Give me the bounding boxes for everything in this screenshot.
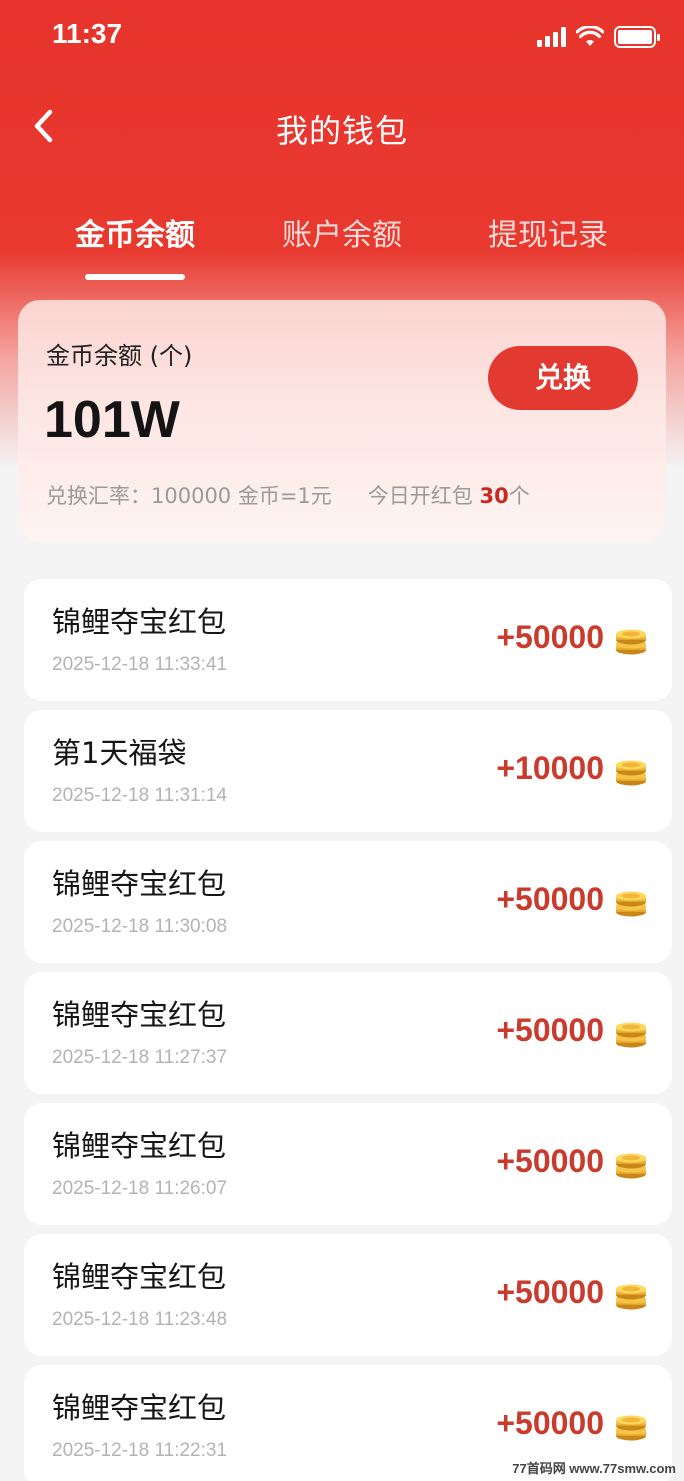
record-amount: +50000 [496,1405,604,1441]
signal-icon [537,27,566,47]
status-icons [537,22,660,52]
coin-stack-icon [616,1022,646,1048]
coin-stack-icon [616,891,646,917]
list-item[interactable]: 第1天福袋 2025-12-18 11:31:14 +10000 [24,710,672,832]
list-item[interactable]: 锦鲤夺宝红包 2025-12-18 11:23:48 +50000 [24,1234,672,1356]
list-item[interactable]: 锦鲤夺宝红包 2025-12-18 11:27:37 +50000 [24,972,672,1094]
today-count: 30 [479,484,509,508]
tab-label: 金币余额 [75,218,195,253]
record-title: 锦鲤夺宝红包 [52,1129,227,1163]
balance-footer: 兑换汇率：100000 金币=1元 今日开红包 30个 [46,480,530,510]
record-title: 第1天福袋 [52,736,187,770]
record-amount: +50000 [496,1274,604,1310]
list-item[interactable]: 锦鲤夺宝红包 2025-12-18 11:33:41 +50000 [24,579,672,701]
today-label: 今日开红包 [367,484,473,508]
coin-stack-icon [616,1415,646,1441]
record-title: 锦鲤夺宝红包 [52,1391,227,1425]
battery-icon [614,26,660,48]
coin-stack-icon [616,1153,646,1179]
status-time: 11:37 [52,18,123,49]
tab-coin-balance[interactable]: 金币余额 [35,210,235,280]
record-amount: +50000 [496,1012,604,1048]
record-title: 锦鲤夺宝红包 [52,867,227,901]
nav-bar: 我的钱包 [0,90,684,162]
exchange-button[interactable]: 兑换 [488,346,638,410]
coin-stack-icon [616,629,646,655]
record-amount: +10000 [496,750,604,786]
tab-withdraw-records[interactable]: 提现记录 [448,210,648,254]
active-tab-indicator [85,274,185,280]
record-title: 锦鲤夺宝红包 [52,605,227,639]
list-item[interactable]: 锦鲤夺宝红包 2025-12-18 11:30:08 +50000 [24,841,672,963]
page-title: 我的钱包 [275,112,408,150]
record-amount: +50000 [496,881,604,917]
record-amount: +50000 [496,1143,604,1179]
list-item[interactable]: 锦鲤夺宝红包 2025-12-18 11:26:07 +50000 [24,1103,672,1225]
tab-bar: 金币余额 账户余额 提现记录 [0,210,684,290]
status-bar: 11:37 [0,0,684,72]
watermark: 77首码网 www.77smw.com [512,1461,676,1476]
record-time: 2025-12-18 11:22:31 [52,1440,228,1461]
exchange-rate: 兑换汇率：100000 金币=1元 [46,484,332,508]
record-time: 2025-12-18 11:33:41 [52,654,228,675]
coin-stack-icon [616,1284,646,1310]
record-title: 锦鲤夺宝红包 [52,998,227,1032]
record-time: 2025-12-18 11:23:48 [52,1309,228,1330]
record-time: 2025-12-18 11:31:14 [52,785,228,806]
today-unit: 个 [508,484,530,508]
record-time: 2025-12-18 11:27:37 [52,1047,228,1068]
tab-account-balance[interactable]: 账户余额 [242,210,442,254]
record-amount: +50000 [496,619,604,655]
balance-label: 金币余额 (个) [46,342,193,370]
balance-value: 101W [44,391,180,449]
coin-stack-icon [616,760,646,786]
record-title: 锦鲤夺宝红包 [52,1260,227,1294]
coin-balance-card: 金币余额 (个) 101W 兑换 兑换汇率：100000 金币=1元 今日开红包 … [18,300,666,542]
wifi-icon [576,26,604,46]
record-time: 2025-12-18 11:30:08 [52,916,228,937]
record-time: 2025-12-18 11:26:07 [52,1178,228,1199]
tab-label: 提现记录 [488,218,608,253]
tab-label: 账户余额 [282,218,402,253]
